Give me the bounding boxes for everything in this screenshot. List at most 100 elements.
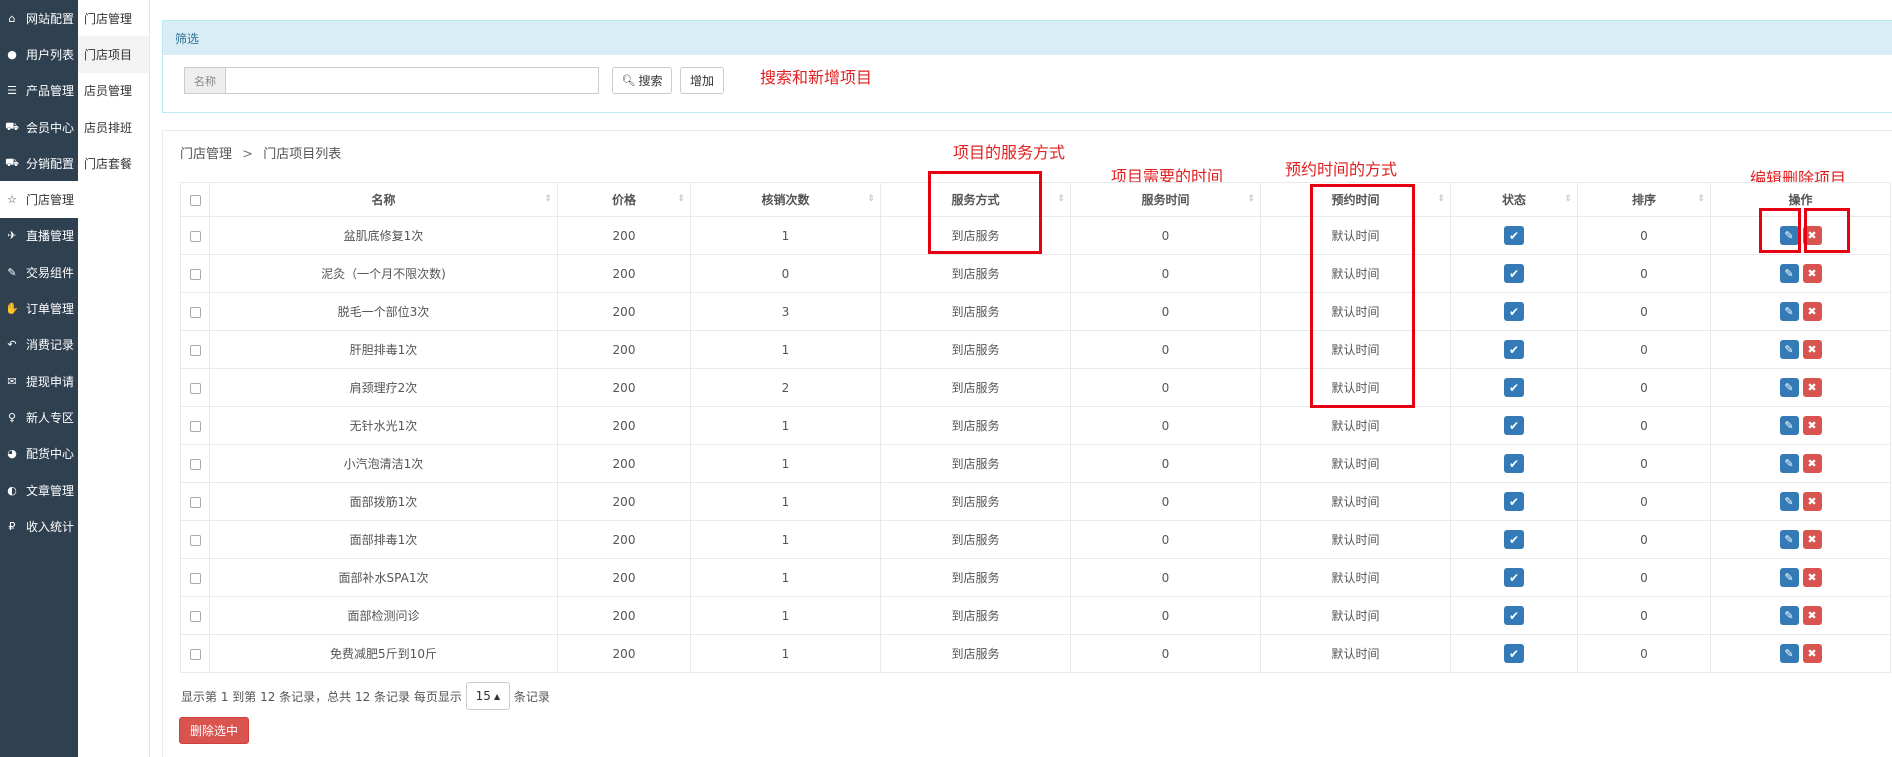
col-service-time[interactable]: 服务时间 ⇕	[1070, 182, 1261, 217]
sidebar-item-label: 提现申请	[26, 374, 75, 389]
row-checkbox[interactable]	[189, 610, 201, 622]
add-button[interactable]: 增加	[680, 67, 724, 94]
caret-up-icon: ▲	[493, 691, 501, 701]
delete-icon[interactable]: ✖	[1802, 568, 1822, 587]
status-check-icon[interactable]: ✔	[1504, 378, 1524, 397]
sidebar-item-7[interactable]: ✎ 交易组件	[0, 254, 78, 290]
cell-status: ✔	[1450, 330, 1578, 369]
edit-icon[interactable]: ✎	[1779, 416, 1799, 435]
status-check-icon[interactable]: ✔	[1504, 644, 1524, 663]
home-icon: ⌂	[8, 11, 16, 25]
breadcrumb-parent[interactable]: 门店管理	[180, 147, 232, 162]
edit-icon[interactable]: ✎	[1779, 644, 1799, 663]
delete-icon[interactable]: ✖	[1802, 492, 1822, 511]
col-sort[interactable]: 排序 ⇕	[1577, 182, 1711, 217]
row-checkbox[interactable]	[189, 648, 201, 660]
cell-sort: 0	[1577, 558, 1711, 597]
edit-icon[interactable]: ✎	[1779, 530, 1799, 549]
edit-icon[interactable]: ✎	[1779, 606, 1799, 625]
sidebar-item-8[interactable]: ✋ 订单管理	[0, 290, 78, 326]
sidebar-item-3[interactable]: ⛟ 会员中心	[0, 109, 78, 145]
sidebar-item-9[interactable]: ↶ 消费记录	[0, 327, 78, 363]
cell-name: 面部排毒1次	[209, 520, 558, 559]
row-checkbox[interactable]	[189, 382, 201, 394]
sidebar-item-14[interactable]: ₽ 收入统计	[0, 508, 78, 544]
delete-icon[interactable]: ✖	[1802, 644, 1822, 663]
row-checkbox[interactable]	[189, 534, 201, 546]
cart-icon: ⛟	[5, 119, 19, 133]
col-status[interactable]: 状态 ⇕	[1450, 182, 1578, 217]
delete-icon[interactable]: ✖	[1802, 340, 1822, 359]
col-name[interactable]: 名称 ⇕	[209, 182, 558, 217]
status-check-icon[interactable]: ✔	[1504, 568, 1524, 587]
row-checkbox[interactable]	[189, 572, 201, 584]
status-check-icon[interactable]: ✔	[1504, 264, 1524, 283]
row-checkbox[interactable]	[189, 344, 201, 356]
cell-sort: 0	[1577, 520, 1711, 559]
submenu-item-2[interactable]: 店员管理	[78, 73, 149, 109]
edit-icon[interactable]: ✎	[1779, 492, 1799, 511]
edit-icon[interactable]: ✎	[1779, 568, 1799, 587]
delete-icon[interactable]: ✖	[1802, 302, 1822, 321]
col-status-label: 状态	[1501, 193, 1526, 207]
sidebar-item-10[interactable]: ✉ 提现申请	[0, 363, 78, 399]
sidebar-item-4[interactable]: ⛟ 分销配置	[0, 145, 78, 181]
plane-icon: ✈	[7, 229, 17, 243]
submenu-item-1[interactable]: 门店项目	[78, 36, 149, 73]
table-row: 面部拨筋1次 200 1 到店服务 0 默认时间 ✔ 0 ✎ ✖	[180, 482, 1891, 521]
sidebar-item-2[interactable]: ☰ 产品管理	[0, 73, 78, 109]
row-checkbox[interactable]	[189, 306, 201, 318]
cell-actions: ✎ ✖	[1710, 406, 1891, 445]
delete-icon[interactable]: ✖	[1802, 606, 1822, 625]
edit-icon[interactable]: ✎	[1779, 378, 1799, 397]
row-checkbox[interactable]	[189, 458, 201, 470]
delete-icon[interactable]: ✖	[1802, 378, 1822, 397]
row-checkbox[interactable]	[189, 230, 201, 242]
row-checkbox[interactable]	[189, 420, 201, 432]
row-select-cell	[180, 216, 210, 255]
delete-icon[interactable]: ✖	[1802, 264, 1822, 283]
delete-icon[interactable]: ✖	[1802, 454, 1822, 473]
sidebar-item-5[interactable]: ☆ 门店管理	[0, 181, 78, 218]
select-all-checkbox[interactable]	[189, 194, 201, 206]
status-check-icon[interactable]: ✔	[1504, 454, 1524, 473]
filter-heading: 筛选	[163, 21, 1892, 55]
cell-status: ✔	[1450, 292, 1578, 331]
sidebar-item-label: 门店管理	[26, 193, 75, 208]
sidebar-item-1[interactable]: ● 用户列表	[0, 36, 78, 72]
sidebar-item-0[interactable]: ⌂ 网站配置	[0, 0, 78, 36]
status-check-icon[interactable]: ✔	[1504, 302, 1524, 321]
cell-service: 到店服务	[880, 368, 1071, 407]
status-check-icon[interactable]: ✔	[1504, 492, 1524, 511]
cell-status: ✔	[1450, 444, 1578, 483]
edit-icon[interactable]: ✎	[1779, 454, 1799, 473]
status-check-icon[interactable]: ✔	[1504, 416, 1524, 435]
cell-sort: 0	[1577, 368, 1711, 407]
col-count[interactable]: 核销次数 ⇕	[690, 182, 881, 217]
sidebar-item-12[interactable]: ◕ 配货中心	[0, 436, 78, 472]
row-checkbox[interactable]	[189, 268, 201, 280]
edit-icon[interactable]: ✎	[1779, 302, 1799, 321]
status-check-icon[interactable]: ✔	[1504, 226, 1524, 245]
status-check-icon[interactable]: ✔	[1504, 530, 1524, 549]
edit-icon[interactable]: ✎	[1779, 340, 1799, 359]
status-check-icon[interactable]: ✔	[1504, 606, 1524, 625]
page-size-select[interactable]: 15 ▲	[465, 682, 510, 710]
sidebar-item-13[interactable]: ◐ 文章管理	[0, 472, 78, 508]
wechat-icon: ✉	[7, 374, 17, 388]
row-select-cell	[180, 520, 210, 559]
edit-icon[interactable]: ✎	[1779, 264, 1799, 283]
col-price[interactable]: 价格 ⇕	[557, 182, 691, 217]
delete-icon[interactable]: ✖	[1802, 416, 1822, 435]
submenu-item-0[interactable]: 门店管理	[78, 0, 149, 36]
sidebar-item-6[interactable]: ✈ 直播管理	[0, 218, 78, 254]
name-search-input[interactable]	[225, 67, 599, 94]
submenu-item-4[interactable]: 门店套餐	[78, 145, 149, 181]
sidebar-item-11[interactable]: ♀ 新人专区	[0, 399, 78, 435]
row-checkbox[interactable]	[189, 496, 201, 508]
status-check-icon[interactable]: ✔	[1504, 340, 1524, 359]
submenu-item-3[interactable]: 店员排班	[78, 109, 149, 145]
delete-icon[interactable]: ✖	[1802, 530, 1822, 549]
search-button[interactable]: 🔍︎ 搜索	[612, 67, 672, 94]
delete-selected-button[interactable]: 删除选中	[179, 717, 249, 744]
